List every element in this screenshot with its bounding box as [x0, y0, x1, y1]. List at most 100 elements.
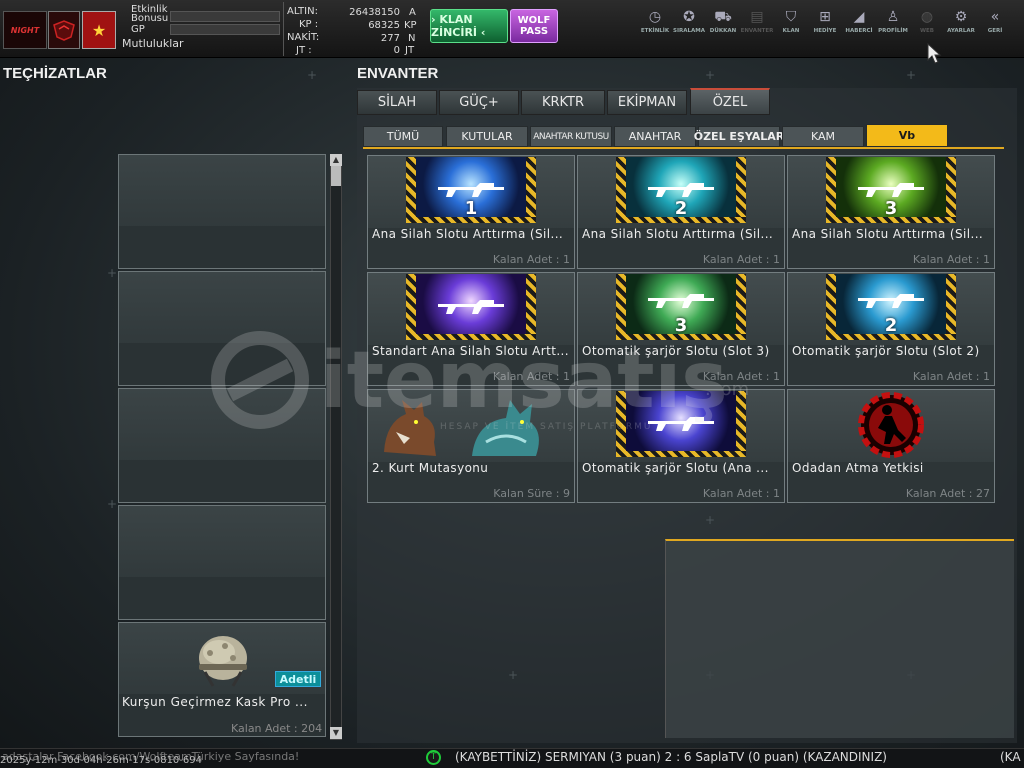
nav-cart[interactable]: ⛟ DÜKKAN — [706, 9, 740, 34]
nav-stopwatch[interactable]: ◷ ETKİNLİK — [638, 9, 672, 34]
klan-zinciri-button[interactable]: › KLAN ZİNCİRİ ‹ — [430, 9, 508, 43]
kp-unit: KP — [404, 20, 417, 31]
rank-emblem-icon — [48, 11, 80, 49]
subtab-vb[interactable]: Vb — [866, 124, 948, 147]
stopwatch-icon: ◷ — [648, 9, 662, 25]
nav-back-chevron[interactable]: « GERİ — [978, 9, 1012, 34]
mouse-cursor-icon — [927, 42, 942, 64]
ticker-overflow-text: (KA — [1000, 750, 1021, 764]
gp-label: GP — [131, 24, 145, 35]
nav-gift[interactable]: ⊞ HEDİYE — [808, 9, 842, 34]
item-count: Kalan Adet : 1 — [702, 487, 780, 500]
nav-profile[interactable]: ♙ PROFİLİM — [876, 9, 910, 34]
inventory-item-card[interactable]: 2 Otomatik şarjör Slotu (Slot 2) Kalan A… — [787, 272, 995, 386]
scrollbar-thumb[interactable] — [331, 166, 341, 186]
scroll-up-icon[interactable]: ▲ — [330, 154, 342, 166]
wolf-pass-button[interactable]: WOLF PASS — [510, 9, 558, 43]
jt-value: 0 — [393, 45, 400, 56]
item-name: Ana Silah Slotu Arttırma (Sil... — [372, 227, 564, 241]
globe-icon: ◍ — [920, 9, 934, 25]
tab-guc[interactable]: GÜÇ+ — [439, 90, 519, 115]
watermark-tagline: HESAP VE İTEM SATIŞ PLATFORMU — [440, 421, 652, 432]
back-chevron-icon: « — [990, 9, 1000, 25]
ticker-match-text: (KAYBETTİNİZ) SERMIYAN (3 puan) 2 : 6 Sa… — [455, 750, 887, 764]
grid-plus-marker: + — [705, 68, 716, 82]
nav-label: KLAN — [782, 28, 800, 34]
equipment-item-name: Kurşun Geçirmez Kask Pro ... — [122, 695, 308, 709]
inventory-item-card[interactable]: 1 Ana Silah Slotu Arttırma (Sil... Kalan… — [367, 155, 575, 269]
gp-progress-bar — [170, 24, 280, 35]
inventory-item-card[interactable]: Odadan Atma Yetkisi Kalan Adet : 27 — [787, 389, 995, 503]
nav-inventory[interactable]: ▤ ENVANTER — [740, 9, 774, 34]
item-count: Kalan Süre : 9 — [493, 487, 570, 500]
game-logo: NIGHT — [3, 11, 47, 49]
tab-ekipman[interactable]: EKİPMAN — [607, 90, 687, 115]
helmet-icon — [199, 636, 247, 687]
scroll-down-icon[interactable]: ▼ — [330, 727, 342, 739]
nav-label: HABERCİ — [845, 28, 873, 34]
rank-star-icon: ★ — [82, 11, 116, 49]
item-name: Otomatik şarjör Slotu (Ana ... — [582, 461, 769, 475]
grid-plus-marker: + — [107, 266, 118, 280]
gear-icon: ⚙ — [954, 9, 968, 25]
nav-label: ENVANTER — [740, 28, 774, 34]
equipment-scrollbar[interactable] — [330, 154, 342, 740]
item-count: Kalan Adet : 1 — [702, 253, 780, 266]
nav-gear[interactable]: ⚙ AYARLAR — [944, 9, 978, 34]
item-detail-panel — [665, 539, 1014, 738]
altin-value: 26438150 — [349, 7, 400, 18]
tab-ozel[interactable]: ÖZEL — [690, 88, 770, 115]
nav-megaphone[interactable]: ◢ HABERCİ — [842, 9, 876, 34]
inventory-item-card[interactable]: 2 Ana Silah Slotu Arttırma (Sil... Kalan… — [577, 155, 785, 269]
subtab-ozel-esyalar[interactable]: ÖZEL EŞYALAR — [694, 126, 784, 147]
kp-value: 68325 — [368, 20, 400, 31]
inventory-item-card[interactable]: 3 Ana Silah Slotu Arttırma (Sil... Kalan… — [787, 155, 995, 269]
mutluluklar-label: Mutluluklar — [122, 37, 184, 50]
nav-label: AYARLAR — [947, 28, 975, 34]
item-name: Odadan Atma Yetkisi — [792, 461, 924, 475]
cart-icon: ⛟ — [714, 9, 732, 25]
equipment-item-count: Kalan Adet : 204 — [231, 722, 323, 735]
watermark-domain: .com — [705, 379, 749, 400]
weapon-slot-icon: 3 — [826, 157, 956, 223]
equipment-slot[interactable] — [118, 505, 326, 620]
kick-gear-icon — [858, 392, 924, 458]
altin-unit: A — [409, 7, 416, 18]
tab-silah[interactable]: SİLAH — [357, 90, 437, 115]
nav-globe[interactable]: ◍ WEB — [910, 9, 944, 34]
subtab-anahtar[interactable]: ANAHTAR — [614, 126, 696, 147]
equipment-slot[interactable] — [118, 154, 326, 269]
nav-medal[interactable]: ✪ SIRALAMA — [672, 9, 706, 34]
equipment-heading: TEÇHİZATLAR — [3, 65, 107, 82]
subtab-anahtar-kutusu[interactable]: ANAHTAR KUTUSU — [530, 126, 612, 147]
subtab-kam[interactable]: KAM — [782, 126, 864, 147]
item-count: Kalan Adet : 1 — [912, 370, 990, 383]
grid-plus-marker: + — [906, 68, 917, 82]
itemsatis-watermark-logo: itemsatış .com HESAP VE İTEM SATIŞ PLATF… — [211, 331, 749, 432]
watermark-brand: itemsatış — [320, 336, 728, 426]
weapon-slot-icon: 2 — [826, 274, 956, 340]
megaphone-icon: ◢ — [853, 9, 865, 25]
ticker-timestamp: 2025y-12m-30d-04h-26m-17s-0810-694 — [0, 755, 202, 766]
profile-icon: ♙ — [886, 9, 900, 25]
nav-shield[interactable]: ⛉ KLAN — [774, 9, 808, 34]
weapon-slot-icon: 1 — [406, 157, 536, 223]
tab-krktr[interactable]: KRKTR — [521, 90, 605, 115]
jt-unit: JT — [405, 45, 415, 56]
item-name: Ana Silah Slotu Arttırma (Sil... — [792, 227, 984, 241]
item-name: Ana Silah Slotu Arttırma (Sil... — [582, 227, 774, 241]
item-count: Kalan Adet : 1 — [912, 253, 990, 266]
match-result-icon: T — [426, 750, 441, 765]
item-count: Kalan Adet : 27 — [905, 487, 990, 500]
subtab-kutular[interactable]: KUTULAR — [446, 126, 528, 147]
grid-plus-marker: + — [307, 68, 318, 82]
nav-label: HEDİYE — [813, 28, 837, 34]
divider — [283, 2, 284, 56]
nav-label: WEB — [919, 28, 935, 34]
subtab-tumu[interactable]: TÜMÜ — [363, 126, 443, 147]
gift-icon: ⊞ — [819, 9, 831, 25]
shield-icon: ⛉ — [785, 9, 797, 25]
grid-plus-marker: + — [508, 668, 519, 682]
grid-plus-marker: + — [107, 497, 118, 511]
item-name: Otomatik şarjör Slotu (Slot 2) — [792, 344, 980, 358]
